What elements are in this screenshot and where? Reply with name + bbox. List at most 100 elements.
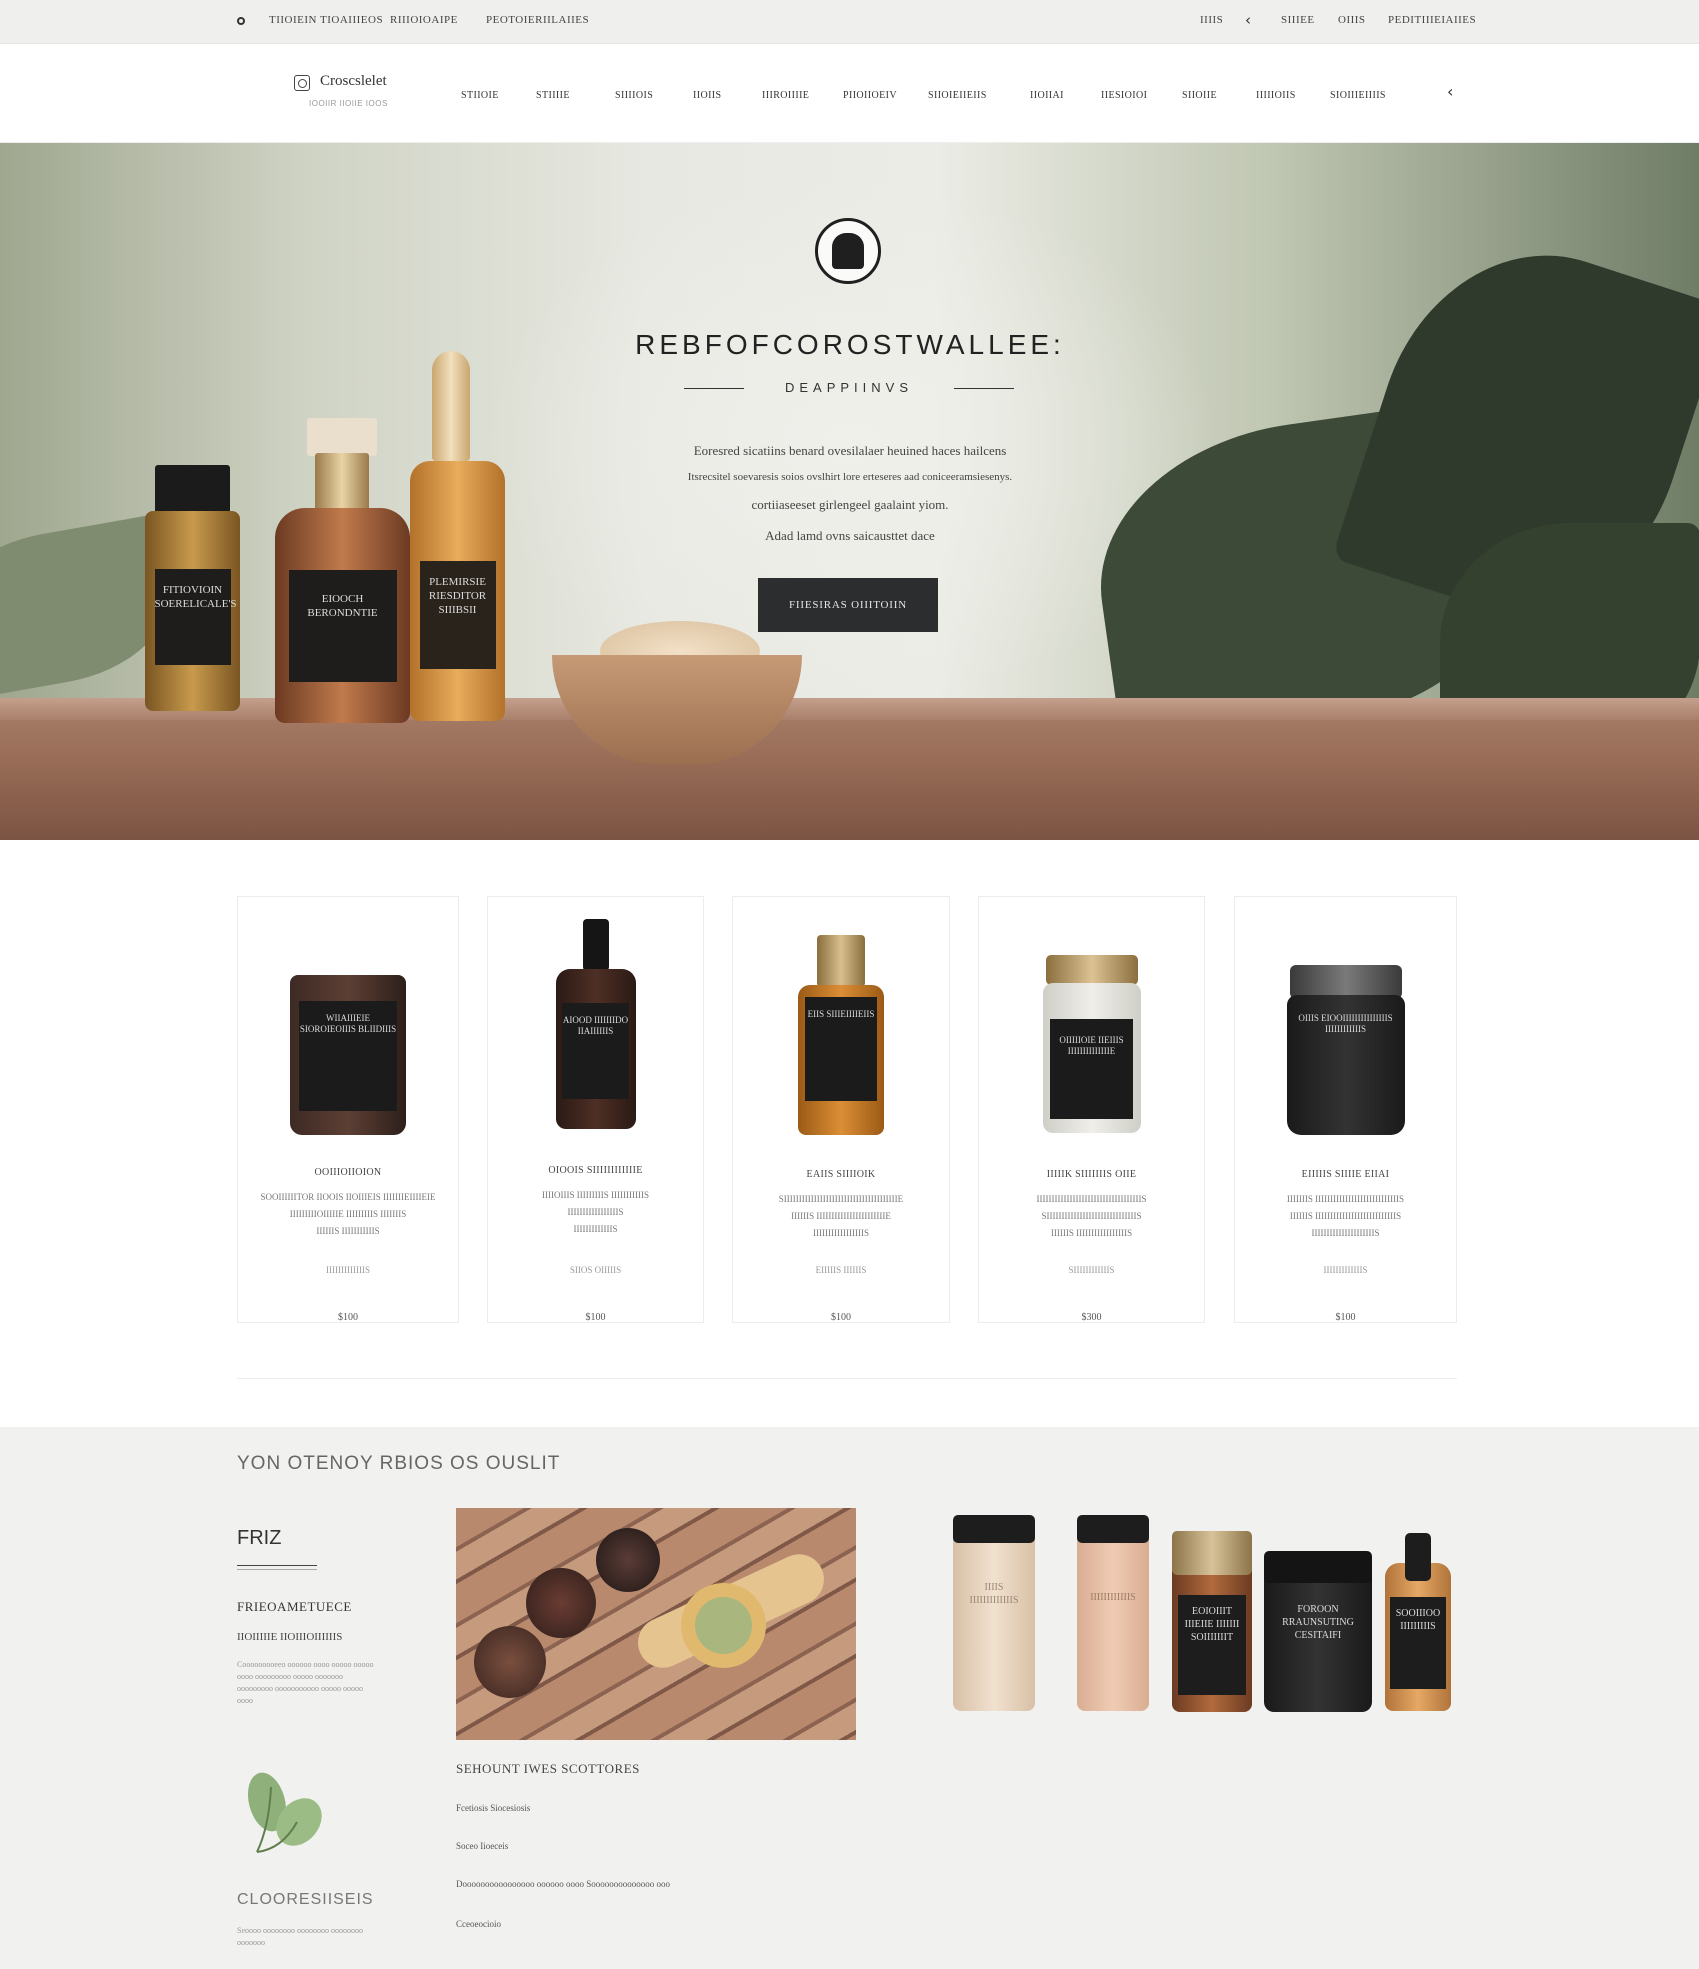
- product-title[interactable]: OIOOIS SIIIIIIIIIIIIE: [488, 1165, 703, 1176]
- product-bottle: EIIS SIIIEIIIIEIIS: [798, 985, 884, 1135]
- utility-link-5[interactable]: SIIIEE: [1281, 14, 1315, 26]
- nav-item-12[interactable]: SIOIIIEIIIIS: [1330, 90, 1386, 101]
- chevron-left-icon[interactable]: ‹: [1447, 82, 1453, 101]
- section-divider: [237, 1378, 1457, 1379]
- bottle-cap: [817, 935, 865, 987]
- product-meta: EIIIIIS IIIIIIS: [815, 1265, 867, 1275]
- brand-emblem-icon: [815, 218, 881, 284]
- product-price: $100: [338, 1312, 358, 1323]
- product-title[interactable]: OOIIIOIIOION: [238, 1167, 458, 1178]
- nav-item-3[interactable]: SIIIIOIS: [615, 90, 653, 101]
- product-card[interactable]: WIIAIIIEIE SIOROIEOIIIS BLIIDIIIS OOIIIO…: [237, 896, 459, 1323]
- utility-bar: TIIOIEIN TIOAIIIEOS RIIIOIOAIPE PEOTOIER…: [0, 0, 1699, 44]
- serum-bottle: EIOOCH BERONDNTIE: [275, 508, 410, 723]
- jar-lid: [1045, 955, 1138, 985]
- product-label: FOROON RRAUNSUTING CESITAIFI: [1282, 1604, 1354, 1641]
- nav-item-8[interactable]: IIOIIAI: [1030, 90, 1064, 101]
- product-label: EIIS SIIIEIIIIEIIS: [804, 997, 878, 1101]
- leaf-icon: [247, 1772, 322, 1853]
- nav-item-10[interactable]: SIIOIIE: [1182, 90, 1217, 101]
- nav-item-1[interactable]: STIIOIE: [461, 90, 499, 101]
- bottle-label: FITIOVIOIN SOERELICALE'S: [154, 569, 237, 665]
- utility-link-2[interactable]: RIIIOIOAIPE: [390, 14, 458, 26]
- feature-subtitle: IIOIIIIIE IIOIIIOIIIIIIS: [237, 1631, 343, 1643]
- product-card[interactable]: OIIIS EIOOIIIIIIIIIIIIIIIS IIIIIIIIIIIIS…: [1234, 896, 1457, 1323]
- product-price: $100: [831, 1312, 851, 1323]
- divider: [237, 1569, 317, 1570]
- feature-title[interactable]: FRIEOAMETUECE: [237, 1599, 352, 1615]
- product-desc: SOOIIIIIITOR IIOOIS IIOIIIEIS IIIIIIIEII…: [260, 1192, 436, 1236]
- bottle-cap: [953, 1515, 1035, 1543]
- nav-item-4[interactable]: IIOIIS: [693, 90, 722, 101]
- ingredients-image: [456, 1508, 856, 1740]
- divider: [237, 1565, 317, 1566]
- nav-item-2[interactable]: STIIIIE: [536, 90, 570, 101]
- product-label: OIIIS EIOOIIIIIIIIIIIIIIIS IIIIIIIIIIIIS: [1298, 1013, 1393, 1034]
- feature-text: Cooooooooeeo oooooo oooo ooooo ooooo ooo…: [237, 1660, 374, 1705]
- product-title[interactable]: EIIIIIS SIIIIE EIIAI: [1235, 1169, 1456, 1180]
- bottle-neck: [315, 453, 369, 513]
- bottle-cap: [1172, 1531, 1252, 1575]
- chevron-left-icon[interactable]: ‹: [1245, 11, 1251, 29]
- utility-link-4[interactable]: IIIIS: [1200, 14, 1223, 26]
- utility-link-6[interactable]: OIIIS: [1338, 14, 1366, 26]
- product-label: IIIIIIIIIIIIS: [1090, 1592, 1136, 1603]
- serum-bottle: FITIOVIOIN SOERELICALE'S: [145, 511, 240, 711]
- hero-text-line: Eoresred sicatiins benard ovesilalaer he…: [693, 443, 1007, 458]
- product-desc: SIIIIIIIIIIIIIIIIIIIIIIIIIIIIIIIIIIIIIIE…: [778, 1194, 904, 1238]
- list-link[interactable]: Cceoeocioio: [456, 1919, 501, 1929]
- product-title[interactable]: EAIIS SIIIIOIK: [733, 1169, 949, 1180]
- product-card[interactable]: EIIS SIIIEIIIIEIIS EAIIS SIIIIOIK SIIIII…: [732, 896, 950, 1323]
- product-desc: IIIIIIIS IIIIIIIIIIIIIIIIIIIIIIIIIIIIS II…: [1286, 1194, 1405, 1238]
- product-card[interactable]: AIOOD IIIIIIIDO IIAIIIIIIS OIOOIS SIIIII…: [487, 896, 704, 1323]
- logo-icon[interactable]: [294, 75, 310, 91]
- product-bottle: IIIIIIIIIIIIS: [1077, 1515, 1149, 1711]
- wood-table: [0, 698, 1699, 840]
- nav-item-6[interactable]: PIIOIIOEIV: [843, 90, 897, 101]
- list-title: SEHOUNT IWES SCOTTORES: [456, 1761, 640, 1776]
- bottle-cap: [1077, 1515, 1149, 1543]
- nav-item-11[interactable]: IIIIIOIIS: [1256, 90, 1296, 101]
- utility-link-3[interactable]: PEOTOIERIILAIIES: [486, 14, 589, 26]
- product-card[interactable]: OIIIIIOIE IIEIIIS IIIIIIIIIIIIIIE IIIIIK…: [978, 896, 1205, 1323]
- product-bottle: AIOOD IIIIIIIDO IIAIIIIIIS: [555, 969, 636, 1129]
- product-meta: IIIIIIIIIIIIIS: [1323, 1265, 1368, 1275]
- product-jar: FOROON RRAUNSUTING CESITAIFI: [1264, 1551, 1372, 1712]
- featured-section: YON OTENOY RBIOS OS OUSLIT FRIZ FRIEOAME…: [0, 1427, 1699, 1969]
- hero-title: REBFOFCOROSTWALLEE:: [635, 329, 1065, 360]
- hero-text-line: Adad lamd ovns saicausttet dace: [765, 528, 935, 543]
- list-link[interactable]: Doooooooooooooooo oooooo oooo Sooooooooo…: [456, 1879, 670, 1889]
- product-bottle: IIIIS IIIIIIIIIIIIIS: [953, 1515, 1035, 1711]
- product-label: AIOOD IIIIIIIDO IIAIIIIIIS: [561, 1003, 630, 1099]
- product-jar: WIIAIIIEIE SIOROIEOIIIS BLIIDIIIS: [290, 975, 406, 1135]
- logo-text[interactable]: Croscslelet: [320, 73, 387, 90]
- powder-image: [474, 1626, 546, 1698]
- product-meta: SIIOS OIIIIIS: [569, 1265, 622, 1275]
- dropper-cap: [432, 351, 470, 461]
- hero-banner: FITIOVIOIN SOERELICALE'S EIOOCH BERONDNT…: [0, 143, 1699, 840]
- main-nav: Croscslelet IOOIIR IIOIIE IOOS STIIOIE S…: [0, 45, 1699, 143]
- product-jar: OIIIIIOIE IIEIIIS IIIIIIIIIIIIIIE: [1042, 983, 1141, 1133]
- product-desc: IIIIIIIIIIIIIIIIIIIIIIIIIIIIIIIIIIIS SIII…: [1036, 1194, 1147, 1238]
- utility-link-1[interactable]: TIIOIEIN TIOAIIIEOS: [269, 14, 383, 26]
- hero-cta-button[interactable]: FIIESIRAS OIIITOIIN: [758, 578, 938, 632]
- product-label: IIIIS IIIIIIIIIIIIIS: [969, 1582, 1019, 1606]
- powder-image: [596, 1528, 660, 1592]
- product-bottle: EOIOIIIT IIIEIIE IIIIIII SOIIIIIIIT: [1172, 1531, 1252, 1712]
- utility-link-7[interactable]: PEDITIIIEIAIIES: [1388, 14, 1476, 26]
- jar-lid: [1289, 965, 1402, 999]
- bottle-cap: [1405, 1533, 1431, 1581]
- product-label: EOIOIIIT IIIEIIE IIIIIII SOIIIIIIIT: [1178, 1595, 1246, 1695]
- list-link[interactable]: Soceo Iioeceis: [456, 1841, 508, 1851]
- nav-item-9[interactable]: IIESIOIOI: [1101, 90, 1147, 101]
- section-heading: YON OTENOY RBIOS OS OUSLIT: [237, 1453, 561, 1474]
- nav-item-5[interactable]: IIIROIIIIE: [762, 90, 809, 101]
- product-label: OIIIIIOIE IIEIIIS IIIIIIIIIIIIIIE: [1050, 1019, 1133, 1119]
- dropper-bottle: PLEMIRSIE RIESDITOR SIIIBSII: [410, 461, 505, 721]
- product-title[interactable]: IIIIIK SIIIIIIIS OIIE: [979, 1169, 1204, 1180]
- product-label: SOOIIIOO IIIIIIIIIS: [1390, 1597, 1446, 1689]
- list-link[interactable]: Fcetiosis Siocesiosis: [456, 1803, 530, 1813]
- nav-item-7[interactable]: SIIOIEIIEIIS: [928, 90, 987, 101]
- product-price: $300: [1081, 1312, 1102, 1323]
- bottle-cap: [155, 465, 230, 517]
